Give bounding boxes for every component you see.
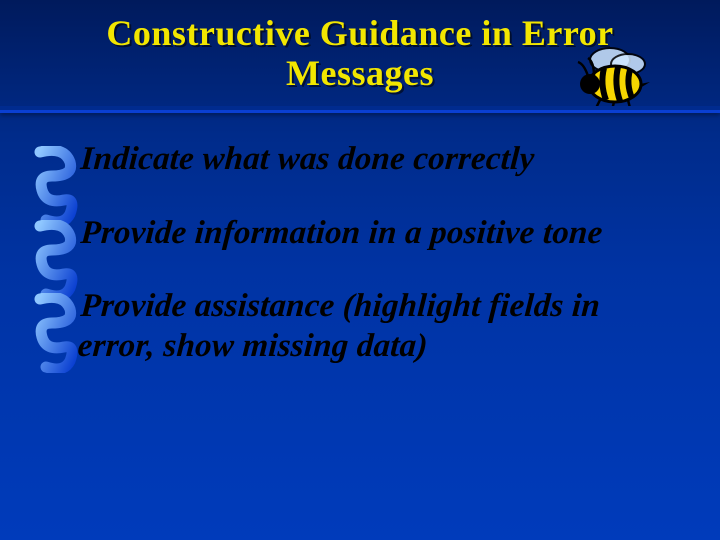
bullet-text: Indicate what was done correctly <box>79 140 680 180</box>
bullet-text: Provide assistance (highlight fields in … <box>76 287 680 366</box>
bee-icon <box>570 40 660 110</box>
spiral-bullet-icon <box>34 293 78 373</box>
content-area: Indicate what was done correctly Provide… <box>40 140 680 400</box>
bullet-text: Provide information in a positive tone <box>79 214 680 254</box>
bullet-item: Indicate what was done correctly <box>40 140 680 180</box>
slide: Constructive Guidance in Error Messages <box>0 0 720 540</box>
bullet-item: Provide information in a positive tone <box>40 214 680 254</box>
title-underline <box>0 106 720 114</box>
title-area: Constructive Guidance in Error Messages <box>0 0 720 93</box>
bullet-item: Provide assistance (highlight fields in … <box>40 287 680 366</box>
